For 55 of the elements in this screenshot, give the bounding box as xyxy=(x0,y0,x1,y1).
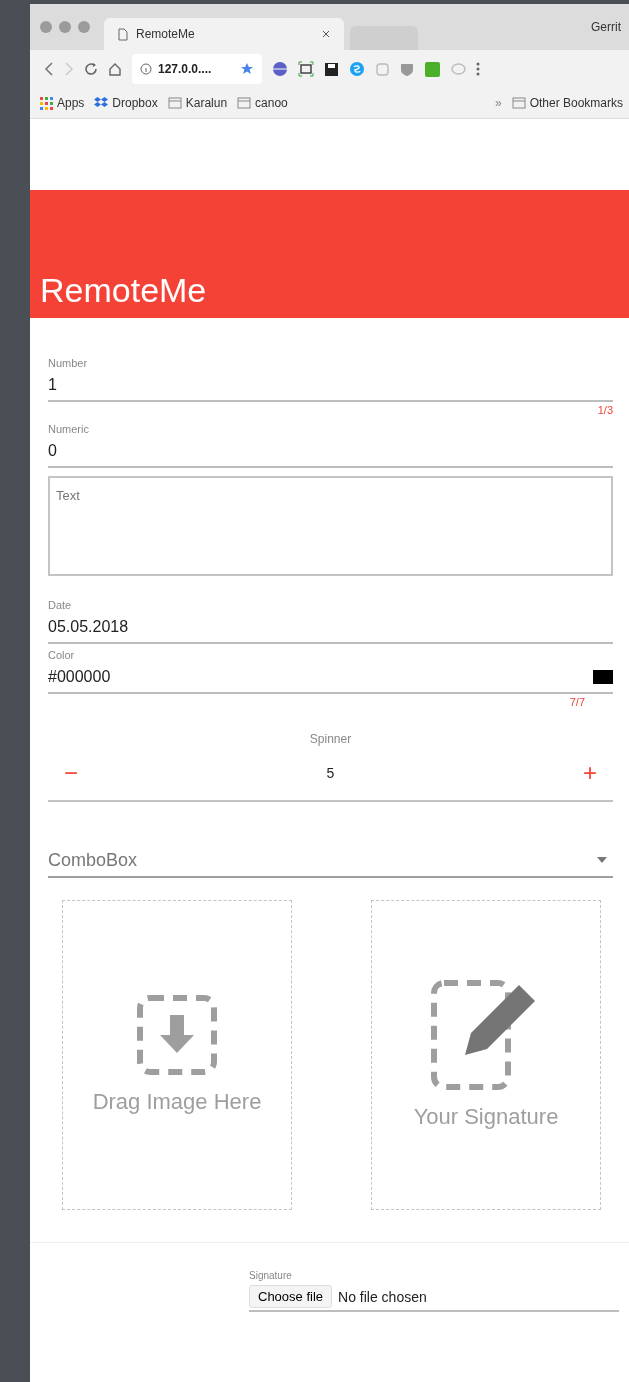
profile-name[interactable]: Gerrit xyxy=(591,20,621,34)
dropdown-icon xyxy=(597,857,607,863)
input-field[interactable]: 05.05.2018 xyxy=(48,612,613,644)
field-label: Date xyxy=(48,598,73,612)
input-field[interactable]: #000000 xyxy=(48,662,613,694)
file-status: No file chosen xyxy=(338,1288,427,1305)
menu-icon[interactable] xyxy=(476,62,480,76)
app-title: RemoteMe xyxy=(40,270,207,310)
bookmark-item[interactable]: canoo xyxy=(237,96,288,110)
text-area[interactable]: Text xyxy=(48,476,613,576)
home-icon[interactable] xyxy=(108,62,122,76)
close-dot[interactable] xyxy=(40,21,52,33)
extension-icon[interactable] xyxy=(375,61,390,77)
spinner-field[interactable]: − 5 + xyxy=(48,746,613,802)
dropbox-icon xyxy=(94,97,109,109)
maximize-dot[interactable] xyxy=(78,21,90,33)
forward-icon[interactable] xyxy=(64,62,74,76)
field-label: Color xyxy=(48,648,76,662)
field-label: Numeric xyxy=(48,422,90,436)
bookmark-item[interactable]: Apps xyxy=(40,96,85,110)
input-field[interactable]: 0 xyxy=(48,436,613,468)
back-icon[interactable] xyxy=(44,62,54,76)
spinner-label: Spinner xyxy=(309,732,352,746)
choose-file-button[interactable]: Choose file xyxy=(249,1285,333,1308)
input-field[interactable]: 1 xyxy=(48,370,613,402)
globe-icon[interactable] xyxy=(272,61,288,77)
color-swatch[interactable] xyxy=(593,670,613,684)
folder-icon xyxy=(237,97,252,109)
bookmark-item[interactable]: Other Bookmarks xyxy=(511,96,623,110)
capture-icon[interactable] xyxy=(298,61,314,77)
minimize-dot[interactable] xyxy=(59,21,71,33)
shield-icon[interactable] xyxy=(400,61,414,77)
combo-box[interactable]: ComboBox xyxy=(48,844,613,878)
extension-icon[interactable] xyxy=(424,60,441,78)
page-icon xyxy=(118,27,128,41)
character-counter: 1/3 xyxy=(597,403,613,418)
address-bar[interactable]: 127.0.0.... xyxy=(132,54,262,84)
browser-tab[interactable]: RemoteMe xyxy=(104,18,344,50)
apps-grid-icon xyxy=(40,96,53,110)
bookmark-item[interactable]: Karalun xyxy=(167,96,228,110)
info-icon xyxy=(140,63,152,75)
field-label: Number xyxy=(48,356,89,370)
floppy-icon[interactable] xyxy=(324,61,339,77)
reload-icon[interactable] xyxy=(84,62,98,76)
cloud-icon[interactable] xyxy=(451,63,466,75)
folder-icon xyxy=(511,97,526,109)
close-icon[interactable] xyxy=(322,30,330,38)
field-label: Signature xyxy=(249,1270,292,1281)
folder-icon xyxy=(167,97,182,109)
star-icon[interactable] xyxy=(240,62,254,76)
bookmark-item[interactable]: Dropbox xyxy=(94,96,158,110)
decrement-button[interactable]: − xyxy=(64,759,78,787)
increment-button[interactable]: + xyxy=(582,759,597,787)
character-counter: 7/7 xyxy=(569,695,585,710)
download-icon xyxy=(137,995,217,1075)
